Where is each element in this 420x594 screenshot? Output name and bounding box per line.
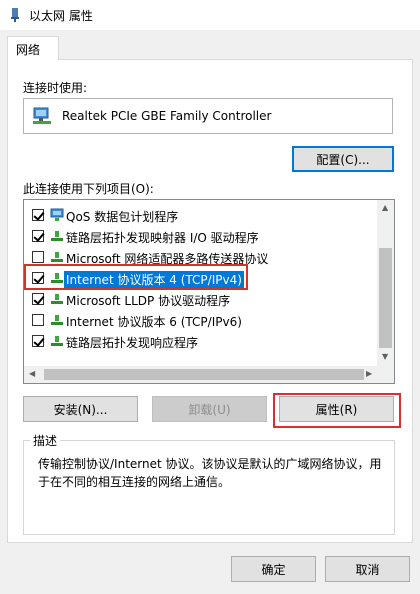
- ok-button[interactable]: 确定: [231, 556, 316, 582]
- item-label: Microsoft 网络适配器多路传送器协议: [66, 252, 269, 266]
- scroll-left-arrow-icon[interactable]: ◀: [29, 370, 35, 378]
- scrollbar-corner: [377, 366, 394, 383]
- install-button-label: 安装(N)...: [53, 402, 108, 417]
- item-checkbox[interactable]: [32, 230, 44, 242]
- list-item[interactable]: Microsoft 网络适配器多路传送器协议: [24, 247, 379, 267]
- vertical-scrollbar[interactable]: ▲ ▼: [377, 200, 394, 367]
- scroll-right-arrow-icon[interactable]: ▶: [366, 370, 372, 378]
- configure-button-label: 配置(C)...: [316, 152, 370, 167]
- components-list[interactable]: QoS 数据包计划程序 链路层拓扑发现映射器 I/O 驱动程序 Microsof…: [23, 199, 395, 384]
- list-item-selected[interactable]: Internet 协议版本 4 (TCP/IPv4): [24, 268, 379, 288]
- uninstall-button[interactable]: 卸载(U): [152, 396, 267, 422]
- list-item[interactable]: 链路层拓扑发现映射器 I/O 驱动程序: [24, 226, 379, 246]
- list-item[interactable]: Internet 协议版本 6 (TCP/IPv6): [24, 310, 379, 330]
- ok-button-label: 确定: [261, 562, 286, 577]
- network-protocol-icon: [51, 294, 63, 304]
- list-item[interactable]: 链路层拓扑发现响应程序: [24, 331, 379, 351]
- connect-using-label: 连接时使用:: [23, 81, 88, 95]
- tab-network[interactable]: 网络: [7, 36, 59, 60]
- item-checkbox[interactable]: [32, 272, 44, 284]
- vertical-scroll-thumb[interactable]: [379, 248, 392, 348]
- install-button[interactable]: 安装(N)...: [23, 396, 138, 422]
- network-adapter-icon: [11, 8, 19, 22]
- title-bar: 以太网 属性: [0, 0, 420, 30]
- configure-button[interactable]: 配置(C)...: [292, 146, 394, 172]
- horizontal-scrollbar[interactable]: ◀ ▶: [24, 366, 379, 383]
- item-checkbox[interactable]: [32, 335, 44, 347]
- description-legend: 描述: [30, 432, 61, 449]
- item-label: QoS 数据包计划程序: [66, 210, 179, 224]
- scroll-down-arrow-icon[interactable]: ▼: [382, 353, 388, 361]
- item-checkbox[interactable]: [32, 209, 44, 221]
- network-protocol-icon: [51, 315, 63, 325]
- item-label: 链路层拓扑发现映射器 I/O 驱动程序: [66, 231, 259, 245]
- cancel-button-label: 取消: [355, 562, 380, 577]
- scroll-up-arrow-icon[interactable]: ▲: [382, 204, 388, 212]
- network-protocol-icon: [51, 273, 63, 283]
- window-title: 以太网 属性: [29, 9, 93, 23]
- adapter-name: Realtek PCIe GBE Family Controller: [62, 109, 272, 123]
- description-text: 传输控制协议/Internet 协议。该协议是默认的广域网络协议，用于在不同的相…: [38, 457, 382, 489]
- properties-button-label: 属性(R): [315, 402, 358, 417]
- horizontal-scroll-thumb[interactable]: [44, 369, 364, 380]
- network-protocol-icon: [51, 252, 63, 262]
- cancel-button[interactable]: 取消: [325, 556, 410, 582]
- network-protocol-icon: [51, 231, 63, 241]
- items-label: 此连接使用下列项目(O):: [23, 182, 154, 196]
- list-item[interactable]: QoS 数据包计划程序: [24, 205, 379, 225]
- item-checkbox[interactable]: [32, 293, 44, 305]
- adapter-display: Realtek PCIe GBE Family Controller: [23, 98, 393, 134]
- list-item[interactable]: Microsoft LLDP 协议驱动程序: [24, 289, 379, 309]
- properties-button[interactable]: 属性(R): [279, 396, 394, 422]
- item-label: Internet 协议版本 4 (TCP/IPv4): [64, 271, 244, 288]
- item-label: Microsoft LLDP 协议驱动程序: [66, 294, 231, 308]
- network-card-icon: [33, 107, 51, 124]
- item-checkbox[interactable]: [32, 251, 44, 263]
- network-protocol-icon: [51, 336, 63, 346]
- item-label: Internet 协议版本 6 (TCP/IPv6): [66, 315, 242, 329]
- uninstall-button-label: 卸载(U): [188, 402, 231, 417]
- item-label: 链路层拓扑发现响应程序: [66, 336, 199, 350]
- network-service-icon: [50, 208, 64, 221]
- item-checkbox[interactable]: [32, 314, 44, 326]
